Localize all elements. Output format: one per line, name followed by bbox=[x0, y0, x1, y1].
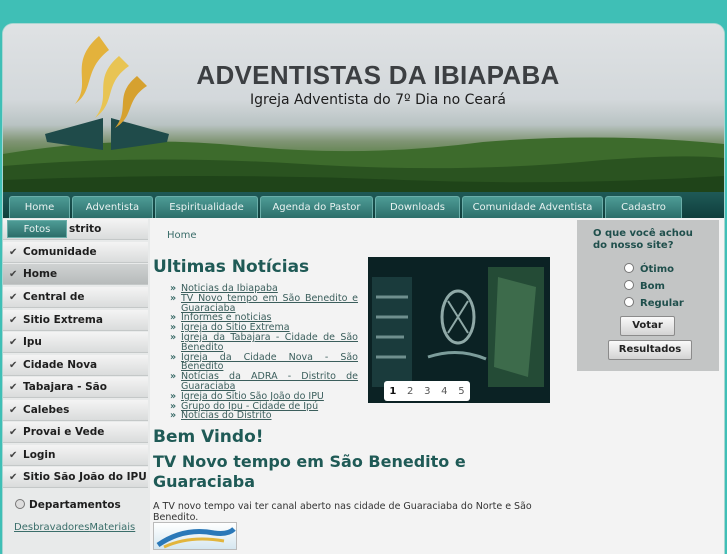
sidebar-item-login[interactable]: ✔ Login bbox=[3, 445, 148, 466]
sidebar-sublinks: DesbravadoresMateriais bbox=[14, 522, 135, 533]
sidebar-item-sitio-extrema[interactable]: ✔ Sitio Extrema bbox=[3, 310, 148, 331]
slide-page-3[interactable]: 3 bbox=[424, 386, 430, 397]
check-icon: ✔ bbox=[9, 247, 18, 258]
check-icon: ✔ bbox=[9, 405, 18, 416]
radio-icon[interactable] bbox=[624, 280, 634, 290]
check-icon: ✔ bbox=[9, 360, 18, 371]
slide-page-2[interactable]: 2 bbox=[407, 386, 413, 397]
poll-option-bom[interactable]: Bom bbox=[624, 280, 665, 292]
main-nav: Home Adventista Espiritualidade Agenda d… bbox=[3, 192, 724, 218]
thumbnail-artwork bbox=[156, 527, 236, 549]
sidebar-item-label: Ipu bbox=[23, 336, 42, 348]
sidebar-item-label: Cidade Nova bbox=[23, 359, 98, 371]
news-item[interactable]: Notícias da ADRA - Distrito de Guaraciab… bbox=[170, 372, 358, 392]
news-list: Noticias da Ibiapaba TV Novo tempo em Sã… bbox=[170, 284, 358, 421]
sidebar-item-label: Provai e Vede bbox=[23, 426, 105, 438]
sidebar-item-comunidade[interactable]: ✔ Comunidade bbox=[3, 242, 148, 263]
vote-button[interactable]: Votar bbox=[620, 316, 675, 336]
sidebar-item-label: Comunidade bbox=[23, 246, 97, 258]
check-icon: ✔ bbox=[9, 382, 18, 393]
news-item[interactable]: TV Novo tempo em São Benedito e Guaracia… bbox=[170, 293, 358, 314]
check-icon: ✔ bbox=[9, 450, 18, 461]
check-icon: ✔ bbox=[9, 315, 18, 326]
poll-option-otimo[interactable]: Ótimo bbox=[624, 263, 674, 275]
check-icon: ✔ bbox=[9, 292, 18, 303]
check-icon: ✔ bbox=[9, 472, 18, 483]
tab-comunidade-adventista[interactable]: Comunidade Adventista bbox=[462, 196, 603, 218]
results-button[interactable]: Resultados bbox=[608, 340, 692, 360]
link-desbravadores[interactable]: Desbravadores bbox=[14, 522, 89, 533]
sidebar-item-home[interactable]: ✔ Home bbox=[3, 264, 148, 285]
tab-fotos[interactable]: Fotos bbox=[7, 220, 67, 238]
check-icon: ✔ bbox=[9, 427, 18, 438]
slide-page-1[interactable]: 1 bbox=[389, 386, 396, 397]
breadcrumb[interactable]: Home bbox=[167, 230, 197, 241]
news-heading: Ultimas Notícias bbox=[153, 257, 310, 277]
sidebar-item-label: Sitio São João do IPU bbox=[23, 471, 147, 483]
sidebar-item-central-de-guaraciaba[interactable]: ✔ Central de Guaraciaba bbox=[3, 287, 148, 324]
departments-item[interactable]: Departamentos bbox=[15, 499, 121, 511]
article-text: A TV novo tempo vai ter canal aberto nas… bbox=[153, 501, 532, 523]
tab-adventista[interactable]: Adventista bbox=[72, 196, 153, 218]
radio-icon[interactable] bbox=[624, 263, 634, 273]
departments-label: Departamentos bbox=[29, 499, 121, 511]
poll-option-label: Ótimo bbox=[640, 264, 674, 275]
link-materiais[interactable]: Materiais bbox=[89, 522, 135, 533]
news-item[interactable]: Igreja da Cidade Nova - São Benedito bbox=[170, 352, 358, 373]
sidebar-item-label: Calebes bbox=[23, 404, 70, 416]
slide-page-4[interactable]: 4 bbox=[441, 386, 447, 397]
sidebar-item-tabajara[interactable]: ✔ Tabajara - São bbox=[3, 377, 148, 398]
sidebar-item-label: Tabajara - São bbox=[23, 381, 107, 393]
welcome-heading: Bem Vindo! bbox=[153, 427, 264, 447]
tab-cadastro[interactable]: Cadastro bbox=[605, 196, 682, 218]
sidebar-item-label: Home bbox=[23, 268, 58, 280]
sidebar-item-sitio-sao-joao-do-ipu[interactable]: ✔ Sitio São João do IPU bbox=[3, 467, 148, 488]
sidebar-item-label: Sitio Extrema bbox=[23, 314, 103, 326]
tab-agenda-do-pastor[interactable]: Agenda do Pastor bbox=[260, 196, 373, 218]
check-icon: ✔ bbox=[9, 269, 18, 280]
tab-espiritualidade[interactable]: Espiritualidade bbox=[155, 196, 258, 218]
news-item[interactable]: Notícias do Distrito bbox=[170, 411, 358, 421]
sidebar-item-calebes[interactable]: ✔ Calebes bbox=[3, 400, 148, 421]
sidebar-item-provai-e-vede[interactable]: ✔ Provai e Vede bbox=[3, 422, 148, 443]
article-thumbnail bbox=[153, 522, 237, 550]
slideshow-pager: 1 2 3 4 5 bbox=[384, 381, 470, 401]
bullet-icon bbox=[15, 499, 25, 509]
radio-icon[interactable] bbox=[624, 297, 634, 307]
sidebar-item-ipu[interactable]: ✔ Ipu bbox=[3, 332, 148, 353]
tab-home[interactable]: Home bbox=[9, 196, 70, 218]
slide-page-5[interactable]: 5 bbox=[458, 386, 464, 397]
poll-option-label: Bom bbox=[640, 281, 665, 292]
poll-question: O que você achou do nosso site? bbox=[593, 228, 693, 251]
check-icon: ✔ bbox=[9, 337, 18, 348]
site-subtitle: Igreja Adventista do 7º Dia no Ceará bbox=[250, 92, 506, 108]
tab-downloads[interactable]: Downloads bbox=[375, 196, 460, 218]
article-title[interactable]: TV Novo tempo em São Benedito e Guaracia… bbox=[153, 452, 533, 492]
sidebar-item-label: Login bbox=[23, 449, 56, 461]
sidebar-item-cidade-nova[interactable]: ✔ Cidade Nova bbox=[3, 355, 148, 376]
poll-option-regular[interactable]: Regular bbox=[624, 297, 684, 309]
news-item[interactable]: Igreja da Tabajara - Cidade de São Bened… bbox=[170, 333, 358, 353]
sidebar-item-label: strito bbox=[69, 223, 102, 235]
site-title: ADVENTISTAS DA IBIAPABA bbox=[196, 60, 560, 90]
site-header: ADVENTISTAS DA IBIAPABA Igreja Adventist… bbox=[3, 24, 724, 192]
poll-option-label: Regular bbox=[640, 298, 684, 309]
